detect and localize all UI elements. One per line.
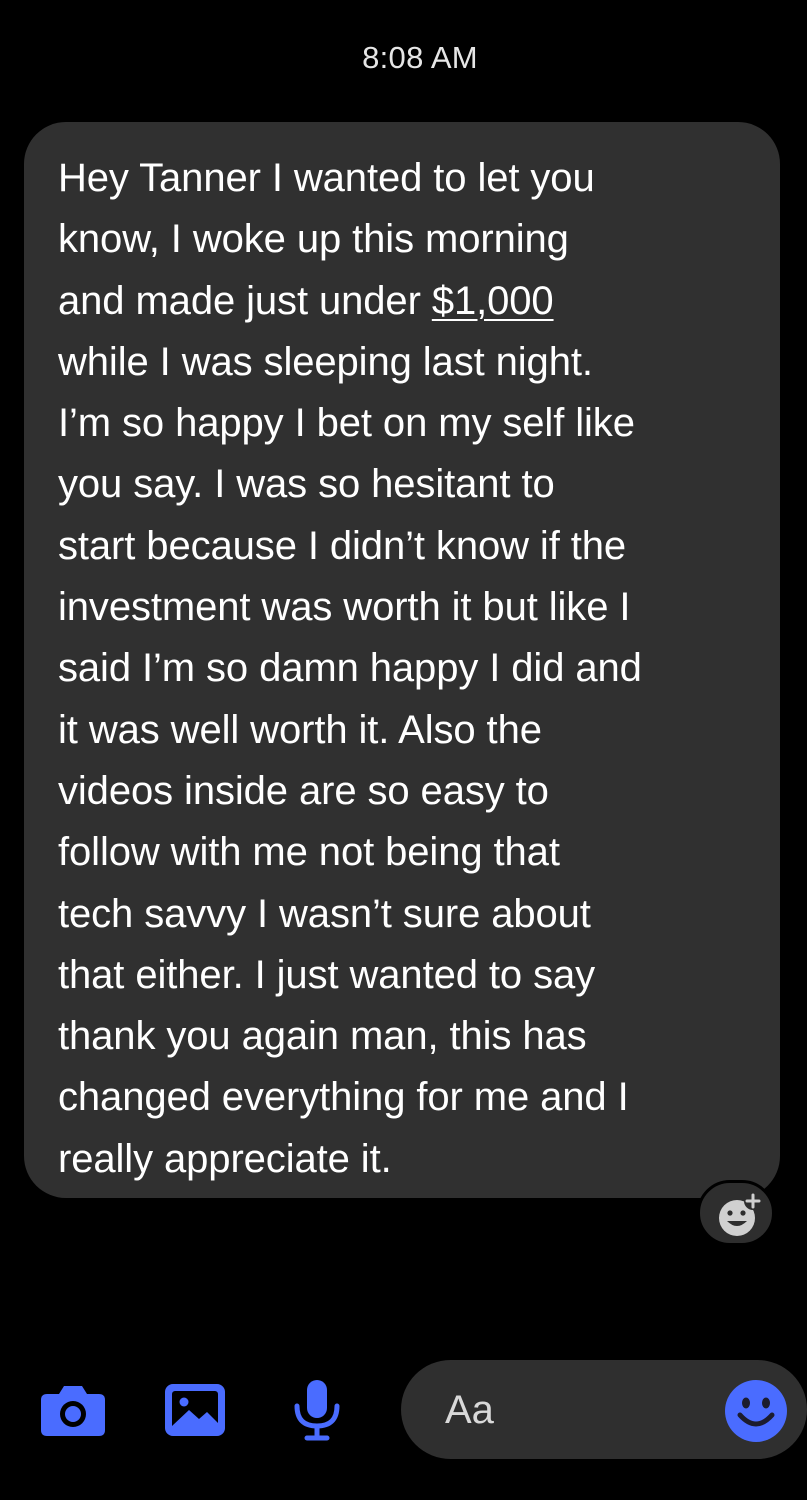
message-line: Hey Tanner I wanted to let you: [58, 156, 595, 200]
smiley-emoji-icon: [725, 1380, 787, 1442]
message-line-text: and made just under: [58, 278, 432, 323]
message-line: that either. I just wanted to say: [58, 952, 596, 997]
message-line: while I was sleeping last night.: [58, 339, 593, 384]
message-line: start because I didn’t know if the: [58, 523, 627, 568]
message-line: know, I woke up this morning: [58, 217, 569, 262]
message-line: you say. I was so hesitant to: [58, 462, 555, 507]
message-text: Hey Tanner I wanted to let you know, I w…: [58, 148, 760, 1190]
message-input[interactable]: Aa: [401, 1360, 807, 1459]
chat-screen: 8:08 AM Hey Tanner I wanted to let you k…: [0, 0, 807, 1500]
camera-button[interactable]: [39, 1382, 107, 1438]
add-reaction-icon: [719, 1193, 762, 1236]
message-line: really appreciate it.: [58, 1136, 392, 1181]
message-timestamp: 8:08 AM: [362, 40, 478, 75]
message-line: and made just under $1,000: [58, 271, 760, 332]
message-line: said I’m so damn happy I did and: [58, 646, 642, 691]
microphone-button[interactable]: [291, 1378, 343, 1442]
message-line: it was well worth it. Also the: [58, 707, 542, 752]
photo-gallery-button[interactable]: [163, 1382, 227, 1438]
message-input-placeholder: Aa: [445, 1388, 494, 1432]
amount-link[interactable]: $1,000: [432, 279, 554, 323]
message-line: investment was worth it but like I: [58, 585, 631, 630]
message-line: videos inside are so easy to: [58, 768, 549, 813]
received-message-bubble[interactable]: Hey Tanner I wanted to let you know, I w…: [24, 122, 780, 1198]
emoji-button[interactable]: [724, 1379, 788, 1448]
photo-gallery-icon: [165, 1384, 225, 1436]
camera-icon: [41, 1386, 105, 1436]
message-line: I’m so happy I bet on my self like: [58, 401, 635, 446]
message-line: tech savvy I wasn’t sure about: [58, 891, 591, 936]
message-line: thank you again man, this has: [58, 1014, 587, 1059]
add-reaction-button[interactable]: [697, 1180, 775, 1246]
message-line: changed everything for me and I: [58, 1075, 629, 1120]
microphone-icon: [294, 1380, 340, 1441]
message-line: follow with me not being that: [58, 830, 560, 875]
